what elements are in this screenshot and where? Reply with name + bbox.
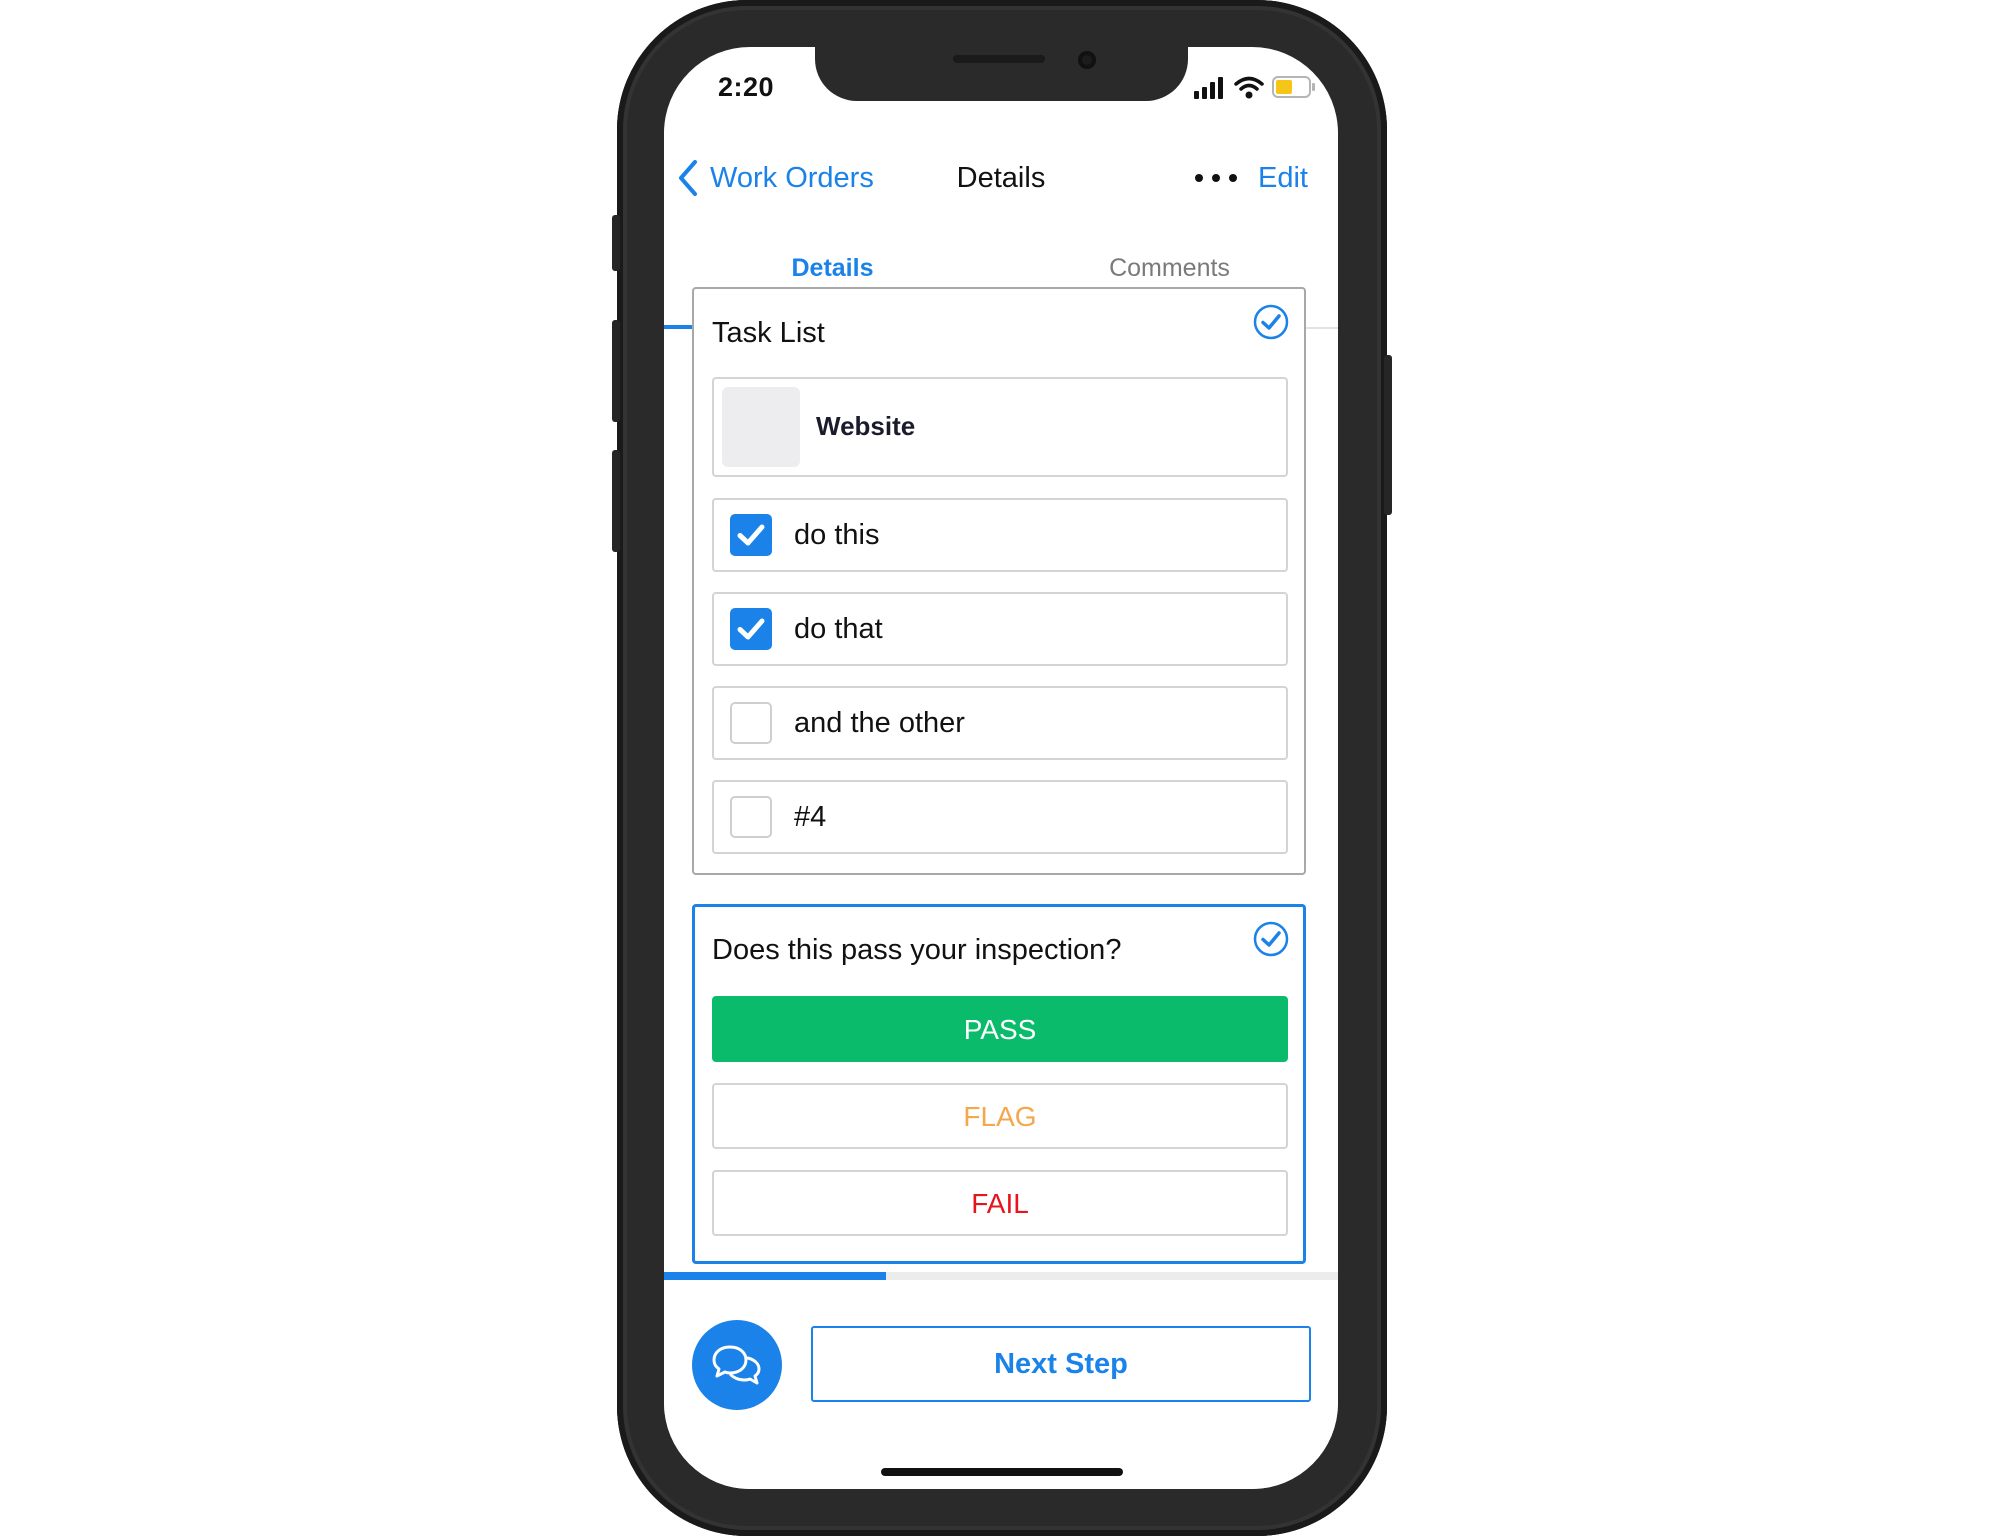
speaker-grille [953, 55, 1045, 63]
flag-button[interactable]: FLAG [712, 1083, 1288, 1149]
more-options-button[interactable] [1194, 143, 1238, 213]
task-item-label: #4 [794, 801, 827, 833]
edit-button[interactable]: Edit [1258, 143, 1308, 213]
back-button-label: Work Orders [710, 161, 874, 194]
checkbox-checked[interactable] [730, 608, 772, 650]
task-item[interactable]: and the other [712, 686, 1288, 760]
task-list-card: Task List Website do this do that and th… [692, 287, 1306, 875]
task-list-title: Task List [712, 317, 825, 349]
bottom-action-bar: Next Step [664, 1280, 1338, 1489]
check-circle-icon [1253, 304, 1289, 340]
back-button[interactable]: Work Orders [678, 143, 874, 213]
checkmark-icon [737, 618, 765, 640]
cellular-signal-icon [1194, 77, 1223, 99]
task-header-item[interactable]: Website [712, 377, 1288, 477]
volume-down-button [612, 450, 620, 552]
task-header-label: Website [816, 411, 916, 441]
checkbox-unchecked[interactable] [730, 702, 772, 744]
status-icons [1194, 75, 1315, 101]
progress-fill [664, 1272, 887, 1280]
checkmark-icon [737, 524, 765, 546]
chat-button[interactable] [692, 1320, 782, 1410]
status-time: 2:20 [718, 72, 775, 102]
inspection-question: Does this pass your inspection? [712, 934, 1122, 966]
checkbox-checked[interactable] [730, 514, 772, 556]
task-item-label: do this [794, 519, 880, 551]
chevron-left-icon [679, 160, 697, 196]
pass-button[interactable]: PASS [712, 996, 1288, 1062]
task-item-label: do that [794, 613, 883, 645]
fail-button[interactable]: FAIL [712, 1170, 1288, 1236]
next-step-button[interactable]: Next Step [811, 1326, 1311, 1402]
front-camera [1078, 51, 1096, 69]
notch [815, 47, 1188, 101]
progress-bar [664, 1272, 1338, 1280]
check-circle-icon [1253, 921, 1289, 957]
task-item[interactable]: #4 [712, 780, 1288, 854]
chat-bubbles-icon [712, 1345, 761, 1385]
more-horizontal-icon [1195, 174, 1237, 182]
wifi-icon [1234, 76, 1264, 99]
home-indicator[interactable] [881, 1468, 1123, 1476]
item-thumbnail [722, 387, 800, 467]
silent-switch [612, 215, 620, 271]
power-button [1384, 355, 1392, 515]
phone-screen: 2:20 Work Orders Details Edit Details Co… [664, 47, 1338, 1489]
task-item[interactable]: do that [712, 592, 1288, 666]
task-item-label: and the other [794, 707, 965, 739]
checkbox-unchecked[interactable] [730, 796, 772, 838]
task-item[interactable]: do this [712, 498, 1288, 572]
battery-icon [1272, 76, 1315, 98]
volume-up-button [612, 320, 620, 422]
inspection-card: Does this pass your inspection? PASS FLA… [692, 904, 1306, 1264]
navigation-bar: Work Orders Details Edit [664, 143, 1338, 213]
